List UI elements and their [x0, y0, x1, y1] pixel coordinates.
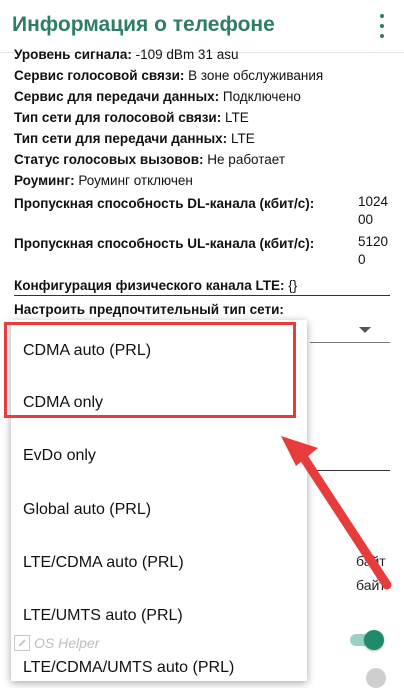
watermark: OS Helper [14, 635, 99, 651]
pointer-arrow-icon [281, 436, 392, 590]
watermark-logo-icon [14, 635, 30, 651]
